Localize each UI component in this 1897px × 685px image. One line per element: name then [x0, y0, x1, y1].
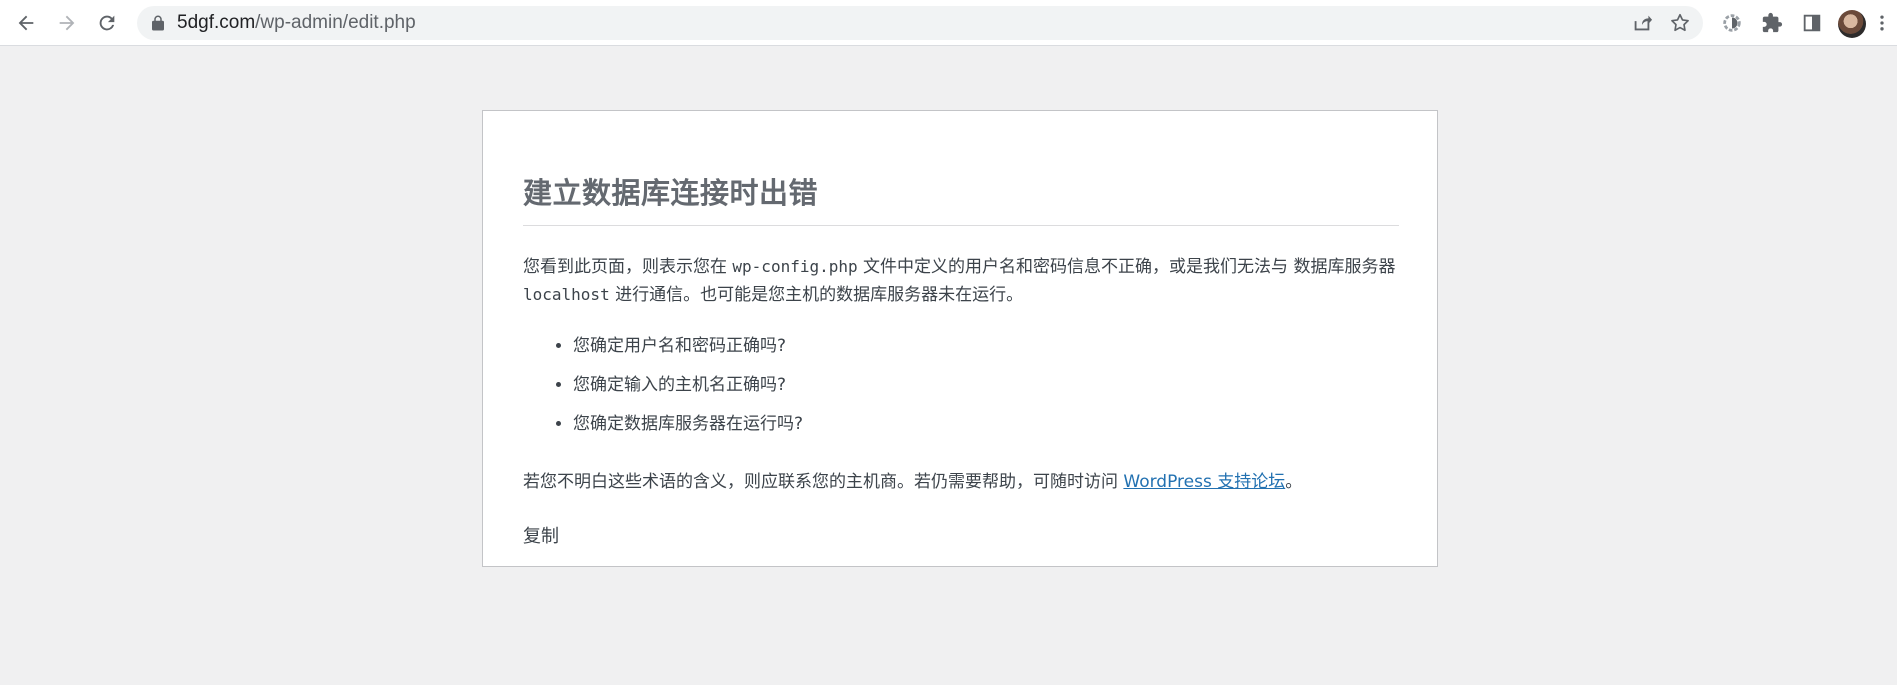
copy-button[interactable]: 复制 — [523, 522, 559, 548]
config-file-code: wp-config.php — [732, 257, 858, 276]
support-forum-link[interactable]: WordPress 支持论坛 — [1123, 472, 1285, 492]
intro-text-2: 文件中定义的用户名和密码信息不正确，或是我们无法与 数据库服务器 — [857, 257, 1396, 277]
error-card: 建立数据库连接时出错 您看到此页面，则表示您在 wp-config.php 文件… — [482, 110, 1438, 567]
lock-icon — [152, 15, 164, 31]
menu-button[interactable] — [1872, 7, 1892, 39]
back-button[interactable] — [10, 7, 42, 39]
help-text: 若您不明白这些术语的含义，则应联系您的主机商。若仍需要帮助，可随时访问 Word… — [523, 469, 1403, 495]
extensions-button[interactable] — [1756, 7, 1788, 39]
share-icon[interactable] — [1631, 12, 1653, 34]
extension-gear-icon — [1723, 14, 1741, 32]
url-text: 5dgf.com/wp-admin/edit.php — [177, 6, 416, 40]
more-vertical-icon — [1880, 15, 1884, 31]
url-host: 5dgf.com — [177, 12, 256, 33]
side-panel-button[interactable] — [1796, 7, 1828, 39]
intro-text-3: 进行通信。也可能是您主机的数据库服务器未在运行。 — [609, 285, 1024, 305]
help-text-body: 若您不明白这些术语的含义，则应联系您的主机商。若仍需要帮助，可随时访问 — [523, 472, 1124, 492]
reload-icon — [99, 15, 115, 31]
profile-avatar[interactable] — [1838, 10, 1866, 38]
arrow-right-icon — [59, 15, 75, 31]
bookmark-star-icon[interactable] — [1669, 12, 1691, 34]
url-path: /wp-admin/edit.php — [255, 12, 416, 33]
list-item: 您确定用户名和密码正确吗? — [573, 333, 803, 372]
db-host-code: localhost — [523, 285, 610, 304]
checklist: 您确定用户名和密码正确吗? 您确定输入的主机名正确吗? 您确定数据库服务器在运行… — [523, 333, 803, 450]
help-text-end: 。 — [1285, 472, 1303, 492]
side-panel-icon — [1803, 14, 1821, 32]
error-title: 建立数据库连接时出错 — [523, 173, 1399, 226]
extension-button[interactable] — [1716, 7, 1748, 39]
address-bar[interactable]: 5dgf.com/wp-admin/edit.php — [137, 6, 1703, 40]
list-item: 您确定输入的主机名正确吗? — [573, 372, 803, 411]
arrow-left-icon — [18, 15, 34, 31]
puzzle-icon — [1762, 12, 1783, 33]
error-description: 您看到此页面，则表示您在 wp-config.php 文件中定义的用户名和密码信… — [523, 253, 1403, 309]
forward-button[interactable] — [51, 7, 83, 39]
reload-button[interactable] — [91, 7, 123, 39]
browser-toolbar: 5dgf.com/wp-admin/edit.php — [0, 0, 1897, 46]
list-item: 您确定数据库服务器在运行吗? — [573, 411, 803, 450]
intro-text-1: 您看到此页面，则表示您在 — [523, 257, 733, 277]
